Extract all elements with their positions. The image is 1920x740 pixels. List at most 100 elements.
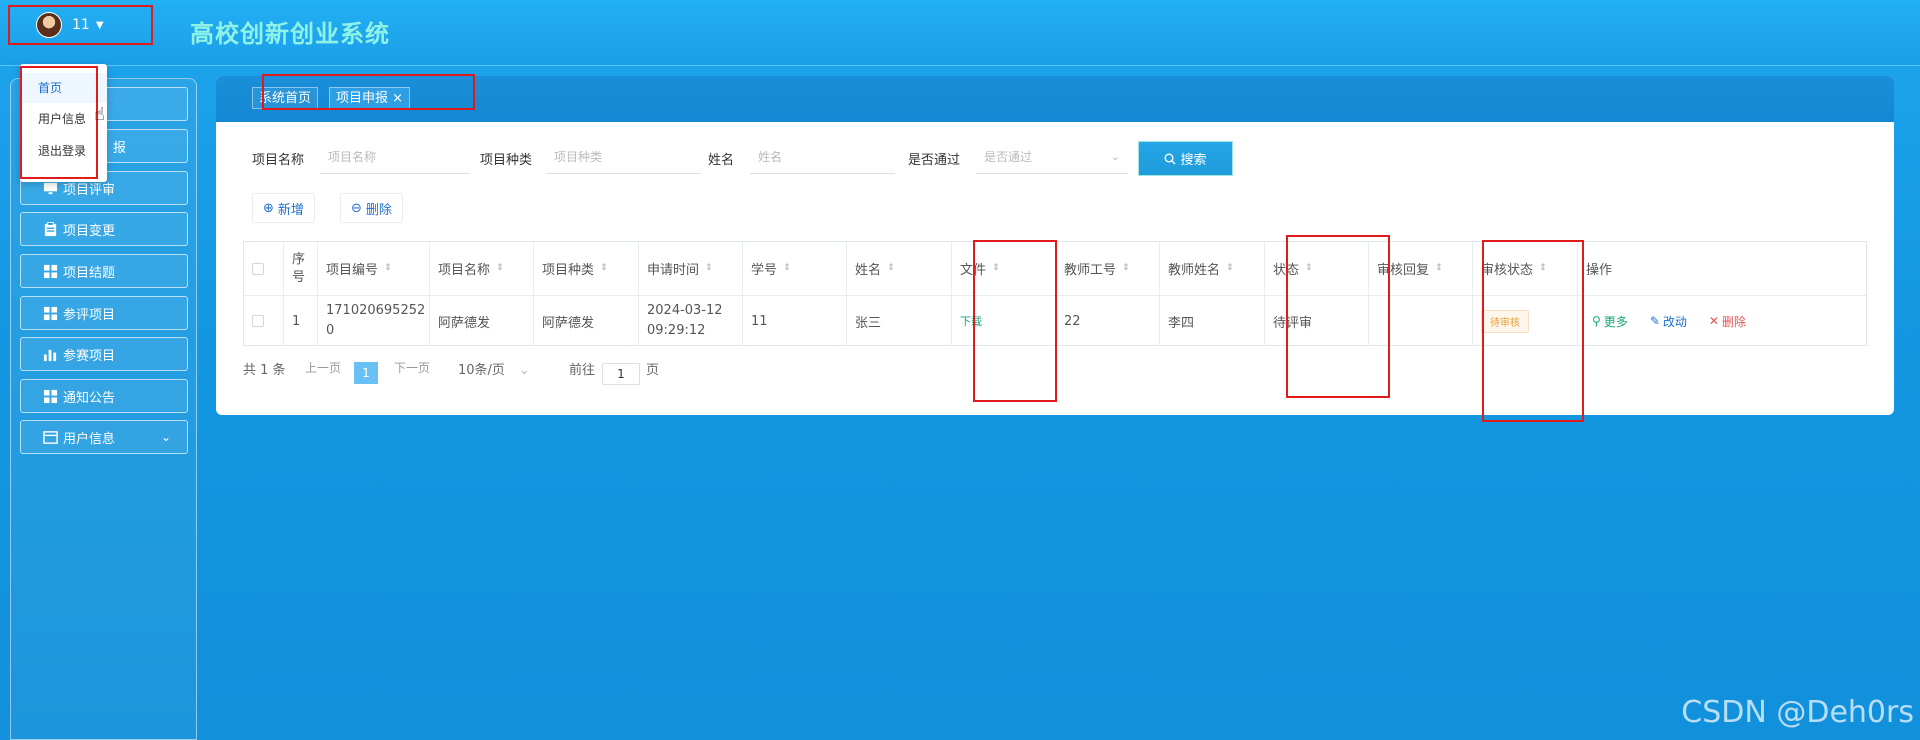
- sidebar-item-notice[interactable]: 通知公告: [20, 379, 188, 413]
- project-type-input[interactable]: 项目种类: [546, 140, 701, 174]
- table-header[interactable]: 项目名称 ⇕: [430, 242, 534, 295]
- app-title: 高校创新创业系统: [190, 20, 390, 48]
- chevron-down-icon: ⌄: [518, 363, 530, 378]
- table-cell-actions: ⚲ 更多 ✎ 改动 ✕ 删除: [1578, 295, 1866, 346]
- sort-icon[interactable]: ⇕: [384, 264, 392, 273]
- table-header[interactable]: 申请时间 ⇕: [639, 242, 743, 295]
- table-header: 操作: [1578, 242, 1866, 295]
- sidebar-item-label: 通知公告: [63, 390, 116, 406]
- select-all-checkbox[interactable]: [252, 262, 264, 275]
- user-name[interactable]: 11: [72, 17, 90, 33]
- more-label: 更多: [1603, 314, 1628, 329]
- passed-select[interactable]: 是否通过 ⌄: [976, 140, 1128, 174]
- table-cell: 2024-03-12 09:29:12: [639, 295, 743, 346]
- highlight-box-dropdown: [20, 66, 98, 179]
- sidebar-item-competition[interactable]: 参赛项目: [20, 337, 188, 371]
- chevron-down-icon[interactable]: ⌄: [161, 430, 171, 444]
- sort-icon[interactable]: ⇕: [783, 264, 791, 273]
- table-header[interactable]: 教师姓名 ⇕: [1160, 242, 1265, 295]
- goto-label: 前往: [569, 363, 596, 378]
- sort-icon[interactable]: ⇕: [1226, 264, 1234, 273]
- add-button[interactable]: ⊕ 新增: [252, 193, 315, 223]
- highlight-box-audit-column: [1482, 240, 1584, 422]
- sort-icon[interactable]: ⇕: [600, 264, 608, 273]
- page-size-select[interactable]: 10条/页 ⌄: [458, 359, 530, 378]
- chevron-down-icon: ⌄: [1110, 150, 1120, 163]
- table-cell: 1: [284, 295, 318, 346]
- sidebar-item-label: 项目变更: [63, 223, 116, 239]
- label-project-type: 项目种类: [480, 153, 533, 168]
- table-header[interactable]: 学号 ⇕: [743, 242, 847, 295]
- header-label: 教师姓名: [1168, 263, 1221, 278]
- table-header[interactable]: 姓名 ⇕: [847, 242, 952, 295]
- label-name: 姓名: [708, 153, 735, 168]
- avatar[interactable]: [36, 12, 62, 38]
- sort-icon[interactable]: ⇕: [1435, 264, 1443, 273]
- edit-label: 改动: [1662, 314, 1687, 329]
- header-label: 项目名称: [438, 263, 491, 278]
- current-page-button[interactable]: 1: [354, 362, 378, 384]
- clipboard-icon: [44, 221, 57, 236]
- select-all-cell: [244, 242, 284, 295]
- table-header[interactable]: 教师工号 ⇕: [1056, 242, 1160, 295]
- label-passed: 是否通过: [908, 153, 961, 168]
- sidebar-item-label: 报: [113, 140, 127, 156]
- header-label: 序号: [292, 251, 306, 285]
- top-header: 11 ▼ 高校创新创业系统: [0, 0, 1920, 66]
- caret-down-icon[interactable]: ▼: [96, 20, 104, 31]
- watermark: CSDN @Deh0rs: [1681, 695, 1914, 730]
- table-header[interactable]: 项目编号 ⇕: [318, 242, 430, 295]
- row-delete-button[interactable]: ✕ 删除: [1709, 313, 1746, 330]
- sidebar-item-user-info[interactable]: 用户信息 ⌄: [20, 420, 188, 454]
- sidebar-item-label: 参赛项目: [63, 348, 116, 364]
- table-header[interactable]: 项目种类 ⇕: [534, 242, 639, 295]
- highlight-box-status-column: [1286, 235, 1390, 398]
- grid-icon: [43, 306, 58, 320]
- sidebar-item-change[interactable]: 项目变更: [20, 212, 188, 246]
- table-cell: 张三: [847, 295, 952, 346]
- minus-circle-icon: ⊖: [351, 200, 362, 216]
- sort-icon[interactable]: ⇕: [705, 264, 713, 273]
- next-page-button[interactable]: 下一页: [394, 359, 430, 376]
- sidebar-item-participate[interactable]: 参评项目: [20, 296, 188, 330]
- bar-chart-icon: [43, 349, 57, 361]
- page-suffix: 页: [646, 363, 660, 378]
- table-cell: 22: [1056, 295, 1160, 346]
- highlight-box-tabs: [262, 74, 475, 110]
- sort-icon[interactable]: ⇕: [496, 264, 504, 273]
- goto-page-input[interactable]: 1: [602, 363, 640, 385]
- passed-select-placeholder: 是否通过: [984, 150, 1033, 164]
- delete-button[interactable]: ⊖ 删除: [340, 193, 403, 223]
- sidebar-item-conclude[interactable]: 项目结题: [20, 254, 188, 288]
- header-label: 操作: [1586, 263, 1613, 278]
- header-label: 项目种类: [542, 263, 595, 278]
- close-icon: ✕: [1708, 314, 1719, 328]
- more-button[interactable]: ⚲ 更多: [1592, 313, 1628, 330]
- sidebar-item-label: 用户信息: [63, 431, 116, 447]
- delete-label: 删除: [1721, 314, 1746, 329]
- name-input[interactable]: 姓名: [750, 140, 895, 174]
- prev-page-button[interactable]: 上一页: [305, 359, 341, 376]
- sort-icon[interactable]: ⇕: [1122, 264, 1130, 273]
- grid-icon: [43, 389, 58, 403]
- search-icon: [1164, 153, 1176, 164]
- header-label: 教师工号: [1064, 263, 1117, 278]
- search-button[interactable]: 搜索: [1138, 141, 1233, 176]
- delete-button-label: 删除: [365, 202, 392, 218]
- header-label: 学号: [751, 263, 778, 278]
- grid-icon: [43, 264, 58, 278]
- edit-icon: ✎: [1649, 314, 1660, 328]
- highlight-box-file-column: [973, 240, 1057, 402]
- search-icon: ⚲: [1592, 314, 1601, 328]
- edit-button[interactable]: ✎ 改动: [1650, 313, 1687, 330]
- monitor-icon: [43, 182, 58, 194]
- id-card-icon: [43, 430, 58, 444]
- search-button-label: 搜索: [1180, 153, 1207, 168]
- row-checkbox[interactable]: [252, 315, 264, 327]
- table-cell: 李四: [1160, 295, 1265, 346]
- project-name-input[interactable]: 项目名称: [320, 140, 470, 174]
- table-cell: 1710206952520: [318, 295, 430, 346]
- sort-icon[interactable]: ⇕: [887, 264, 895, 273]
- user-menu-trigger[interactable]: 11 ▼: [8, 5, 153, 45]
- header-label: 项目编号: [326, 263, 379, 278]
